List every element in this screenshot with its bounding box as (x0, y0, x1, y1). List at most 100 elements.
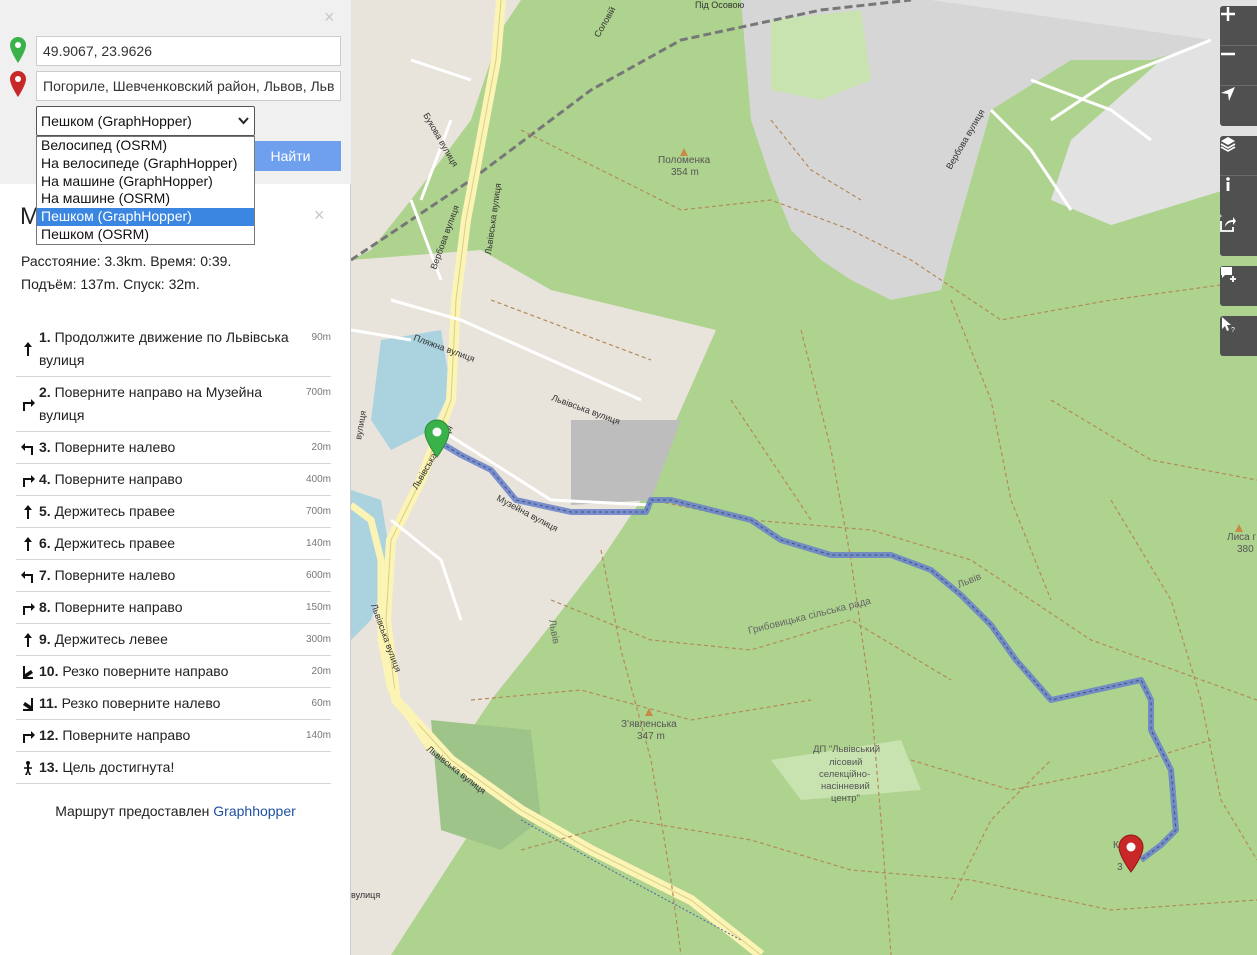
step-text: Держитесь правее (54, 503, 176, 519)
step-distance: 140m (305, 538, 331, 549)
peak-elevation: 3 (1117, 862, 1123, 873)
sharp-left-icon (23, 697, 33, 711)
cursor-question-icon: ? (1222, 317, 1235, 332)
mode-option[interactable]: На машине (OSRM) (37, 190, 254, 208)
step-number: 8. (39, 599, 51, 615)
end-marker-icon (10, 71, 26, 97)
step-text: Поверните направо (62, 727, 191, 743)
turn-right-icon (23, 399, 35, 411)
map-canvas[interactable]: Поломенка 354 m З'явленська 347 m Лиса г… (351, 0, 1257, 955)
turn-left-icon (21, 442, 33, 455)
route-step[interactable]: 5. Держитесь правее 700m (16, 496, 331, 528)
step-text: Резко поверните направо (62, 663, 229, 679)
route-step[interactable]: 10. Резко поверните направо 20m (16, 656, 331, 688)
step-distance: 700m (305, 387, 331, 398)
info-button[interactable] (1220, 176, 1257, 216)
share-icon (1220, 217, 1236, 232)
add-note-button[interactable] (1220, 266, 1257, 306)
route-step[interactable]: 3. Поверните налево 20m (16, 432, 331, 464)
peak-label: З'явленська (621, 719, 677, 730)
mode-option[interactable]: На машине (GraphHopper) (37, 173, 254, 191)
sharp-right-icon (23, 665, 33, 679)
from-input[interactable] (36, 36, 341, 66)
query-features-button[interactable]: ? (1220, 316, 1257, 356)
start-marker-icon (10, 37, 26, 63)
close-search-icon[interactable]: × (324, 8, 335, 26)
step-number: 2. (39, 384, 51, 400)
zoom-out-button[interactable] (1220, 46, 1257, 86)
straight-arrow-icon (24, 536, 32, 551)
step-distance: 700m (305, 506, 331, 517)
street-label: вулиця (351, 890, 380, 900)
attribution: Маршрут предоставлен Graphhopper (0, 803, 351, 819)
route-step[interactable]: 2. Поверните направо на Музейна вулиця 70… (16, 377, 331, 432)
route-step[interactable]: 6. Держитесь правее 140m (16, 528, 331, 560)
zoom-in-button[interactable] (1220, 6, 1257, 46)
search-panel: × Пешком (GraphHopper) Велосипед (OSRM) … (0, 0, 351, 245)
step-distance: 60m (311, 698, 331, 709)
route-summary-elevation: Подъём: 137m. Спуск: 32m. (21, 276, 200, 292)
plus-icon (1221, 7, 1235, 21)
route-step[interactable]: 7. Поверните налево 600m (16, 560, 331, 592)
close-route-icon[interactable]: × (314, 206, 325, 224)
comment-plus-icon (1221, 267, 1236, 282)
step-text: Держитесь правее (54, 535, 176, 551)
step-distance: 20m (311, 442, 331, 453)
step-text: Поверните направо (54, 599, 183, 615)
step-text: Поверните налево (54, 439, 176, 455)
turn-right-icon (23, 602, 35, 615)
mode-select-value: Пешком (GraphHopper) (41, 113, 192, 129)
step-number: 12. (39, 727, 59, 743)
step-distance: 140m (305, 730, 331, 741)
peak-elevation: 347 m (637, 731, 665, 742)
peak-elevation: 354 m (671, 167, 699, 178)
step-text: Поверните налево (54, 567, 176, 583)
mode-option-selected[interactable]: Пешком (GraphHopper) (37, 208, 254, 226)
route-step[interactable]: 1. Продолжите движение по Львівська вули… (16, 322, 331, 377)
turn-right-icon (23, 474, 35, 487)
forest-label: лісовий (829, 757, 862, 768)
layers-icon (1220, 137, 1236, 152)
peak-label: Лиса г (1227, 532, 1256, 543)
route-step[interactable]: 13. Цель достигнута! (16, 752, 331, 784)
straight-arrow-icon (24, 504, 32, 519)
route-step[interactable]: 9. Держитесь левее 300m (16, 624, 331, 656)
query-controls: ? (1220, 316, 1257, 356)
forest-label: насінневий (821, 781, 870, 792)
to-input[interactable] (36, 71, 341, 101)
locate-button[interactable] (1220, 86, 1257, 126)
step-number: 11. (39, 695, 58, 711)
minus-icon (1221, 52, 1235, 56)
route-summary-distance: Расстояние: 3.3km. Время: 0:39. (21, 253, 232, 269)
share-button[interactable] (1220, 216, 1257, 256)
share-controls (1220, 216, 1257, 256)
step-distance: 90m (311, 332, 331, 343)
route-step[interactable]: 12. Поверните направо 140m (16, 720, 331, 752)
step-text: Поверните направо на Музейна вулиця (39, 384, 263, 423)
step-number: 5. (39, 503, 51, 519)
map[interactable]: Поломенка 354 m З'явленська 347 m Лиса г… (351, 0, 1257, 955)
route-step[interactable]: 11. Резко поверните налево 60m (16, 688, 331, 720)
step-number: 7. (39, 567, 51, 583)
step-number: 6. (39, 535, 51, 551)
mode-option[interactable]: Пешком (OSRM) (37, 226, 254, 244)
step-number: 4. (39, 471, 51, 487)
mode-option[interactable]: На велосипеде (GraphHopper) (37, 155, 254, 173)
straight-arrow-icon (24, 632, 32, 647)
step-distance: 600m (305, 570, 331, 581)
step-number: 1. (39, 329, 51, 345)
step-distance: 150m (305, 602, 331, 613)
info-icon (1226, 177, 1230, 191)
route-step[interactable]: 4. Поверните направо 400m (16, 464, 331, 496)
street-label: Під Осовою (695, 0, 745, 10)
layers-button[interactable] (1220, 136, 1257, 176)
mode-select[interactable]: Пешком (GraphHopper) (36, 106, 255, 136)
graphhopper-link[interactable]: Graphhopper (213, 803, 296, 819)
peak-elevation: 380 (1237, 544, 1254, 555)
forest-label: центр" (831, 793, 860, 804)
route-step[interactable]: 8. Поверните направо 150m (16, 592, 331, 624)
find-button[interactable]: Найти (240, 141, 341, 171)
step-text: Держитесь левее (54, 631, 168, 647)
route-steps: 1. Продолжите движение по Львівська вули… (16, 322, 331, 784)
mode-option[interactable]: Велосипед (OSRM) (37, 137, 254, 155)
